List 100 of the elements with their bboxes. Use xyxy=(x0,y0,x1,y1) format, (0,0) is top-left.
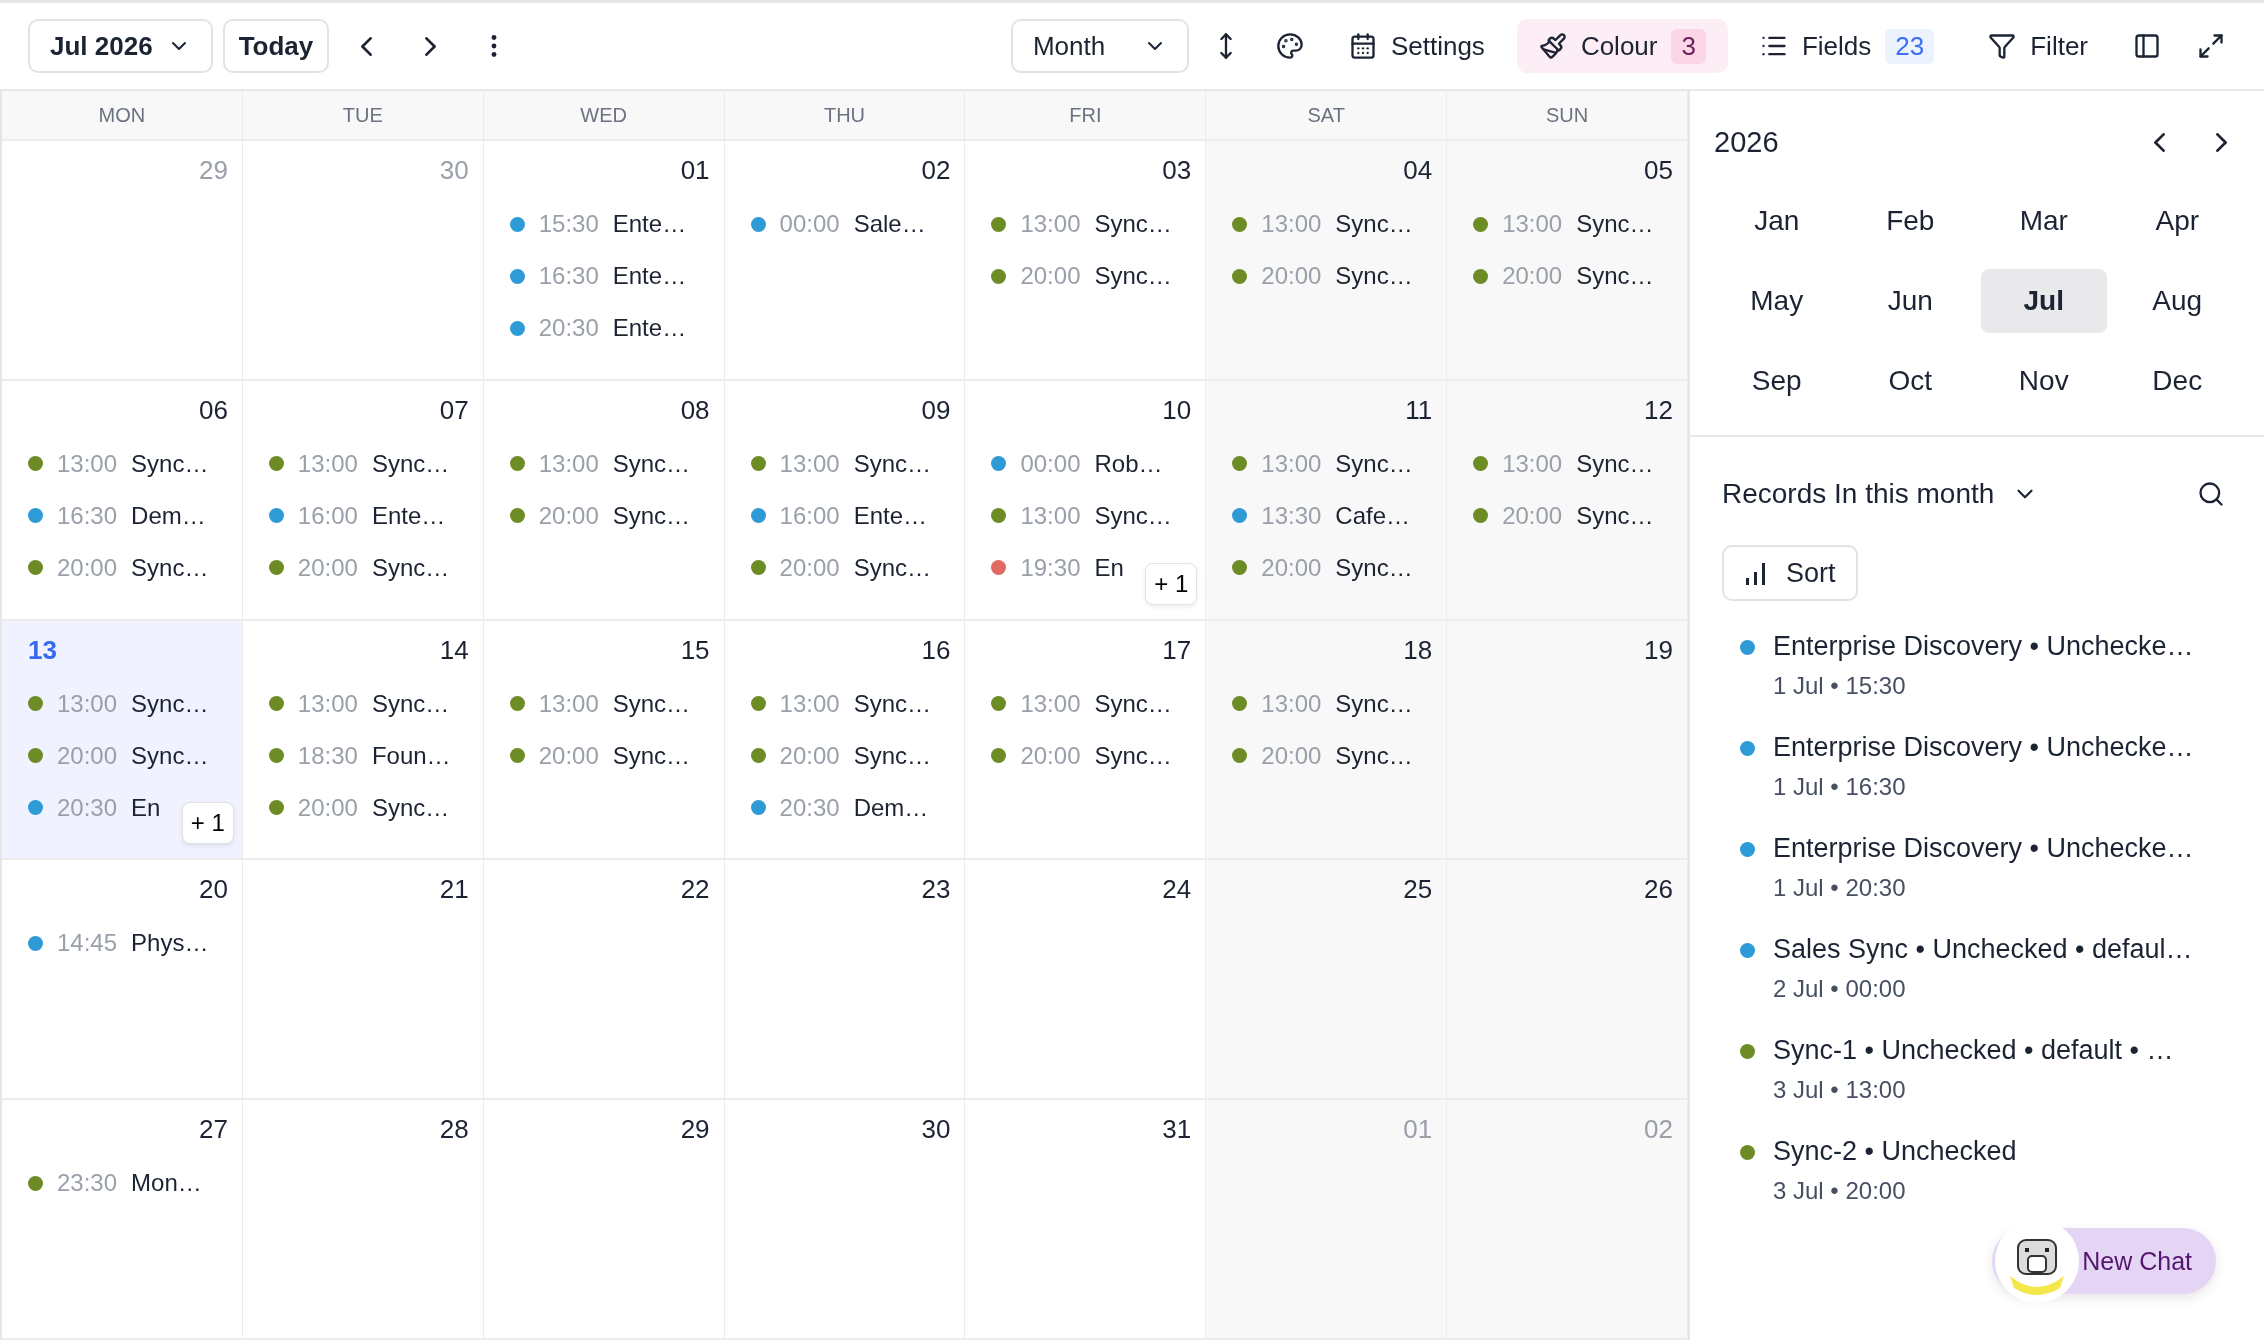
day-cell[interactable]: 19 xyxy=(1447,620,1688,861)
month-button[interactable]: Jul xyxy=(1981,269,2107,333)
event-title[interactable]: Sync… xyxy=(1576,501,1654,530)
view-dropdown[interactable]: Month xyxy=(1010,19,1189,73)
event-title[interactable]: Sync… xyxy=(1335,449,1413,478)
day-cell[interactable]: 30 xyxy=(724,1100,966,1340)
month-button[interactable]: Apr xyxy=(2114,189,2240,253)
event-title[interactable]: Sync… xyxy=(1335,689,1413,718)
event-title[interactable]: Sync… xyxy=(853,741,931,770)
event-title[interactable]: Sync… xyxy=(371,553,450,582)
event-title[interactable]: Sync… xyxy=(131,449,209,478)
day-cell[interactable]: 12 13:00 Sync… 20:00 Sync… xyxy=(1447,380,1688,621)
event-title[interactable]: Sync… xyxy=(1335,262,1413,290)
record-title[interactable]: Enterprise Discovery • Unchecke… xyxy=(1773,631,2194,662)
day-cell[interactable]: 09 13:00 Sync… 16:00 Ente… 20:00 Sync… xyxy=(724,380,966,621)
day-cell[interactable]: 02 00:00 Sale… xyxy=(724,141,966,381)
record-title[interactable]: Sync-2 • Unchecked xyxy=(1773,1136,2017,1167)
event-title[interactable]: Ente… xyxy=(371,501,446,530)
event-title[interactable]: Sync… xyxy=(1094,741,1172,770)
day-cell[interactable]: 27 23:30 Mon… xyxy=(2,1100,243,1340)
day-cell[interactable]: 06 13:00 Sync… 16:30 Dem… 20:00 Sync… xyxy=(2,380,243,621)
day-cell[interactable]: 04 13:00 Sync… 20:00 Sync… xyxy=(1206,141,1448,381)
month-button[interactable]: Sep xyxy=(1714,349,1840,413)
colour-button[interactable]: Colour 3 xyxy=(1516,19,1728,73)
day-cell[interactable]: 24 xyxy=(965,860,1207,1101)
event-title[interactable]: Sync… xyxy=(131,741,209,770)
day-cell[interactable]: 25 xyxy=(1206,860,1448,1101)
today-button[interactable]: Today xyxy=(222,19,330,73)
event-title[interactable]: Cafe… xyxy=(1335,501,1411,530)
sort-button[interactable]: Sort xyxy=(1722,545,1858,601)
event-title[interactable]: Sync… xyxy=(1094,262,1172,290)
event-title[interactable]: Sync… xyxy=(1094,210,1172,238)
records-dropdown[interactable]: Records In this month xyxy=(1722,478,2039,510)
more-events-button[interactable]: + 1 xyxy=(1145,562,1198,605)
event-title[interactable]: Sync… xyxy=(1576,449,1654,478)
day-cell[interactable]: 15 13:00 Sync… 20:00 Sync… xyxy=(483,620,725,861)
month-button[interactable]: Dec xyxy=(2114,349,2240,413)
day-cell[interactable]: 03 13:00 Sync… 20:00 Sync… xyxy=(965,141,1207,381)
event-title[interactable]: Sync… xyxy=(1335,741,1413,770)
event-title[interactable]: Sync… xyxy=(371,449,450,478)
day-cell[interactable]: 31 xyxy=(965,1100,1207,1340)
event-title[interactable]: Sync… xyxy=(1094,501,1172,530)
event-title[interactable]: Sync… xyxy=(612,689,691,718)
day-cell[interactable]: 17 13:00 Sync… 20:00 Sync… xyxy=(965,620,1207,861)
day-cell[interactable]: 18 13:00 Sync… 20:00 Sync… xyxy=(1206,620,1448,861)
day-cell[interactable]: 14 13:00 Sync… 18:30 Foun… 20:00 Sync… xyxy=(242,620,484,861)
record-title[interactable]: Enterprise Discovery • Unchecke… xyxy=(1773,833,2194,864)
event-title[interactable]: Sync… xyxy=(1094,689,1172,718)
event-title[interactable]: Sync… xyxy=(131,689,209,718)
event-title[interactable]: Ente… xyxy=(853,501,927,530)
day-cell[interactable]: 16 13:00 Sync… 20:00 Sync… 20:30 Dem… xyxy=(724,620,966,861)
day-cell[interactable]: 01 15:30 Ente… 16:30 Ente… 20:30 Ente… xyxy=(483,141,725,381)
day-cell[interactable]: 05 13:00 Sync… 20:00 Sync… xyxy=(1447,141,1688,381)
event-title[interactable]: En xyxy=(131,793,161,822)
event-title[interactable]: Ente… xyxy=(612,210,687,238)
day-cell[interactable]: 22 xyxy=(483,860,725,1101)
event-title[interactable]: Ente… xyxy=(612,314,687,342)
month-button[interactable]: Jan xyxy=(1714,189,1840,253)
day-cell[interactable]: 20 14:45 Phys… xyxy=(2,860,243,1101)
month-button[interactable]: Oct xyxy=(1847,349,1973,413)
day-cell[interactable]: 26 xyxy=(1447,860,1688,1101)
month-picker[interactable]: Jul 2026 xyxy=(28,19,213,73)
event-title[interactable]: Sync… xyxy=(1335,553,1413,582)
more-events-button[interactable]: + 1 xyxy=(181,802,234,845)
day-cell[interactable]: 11 13:00 Sync… 13:30 Cafe… 20:00 Sync… xyxy=(1206,380,1448,621)
month-button[interactable]: Aug xyxy=(2114,269,2240,333)
event-title[interactable]: Sync… xyxy=(612,501,691,530)
event-title[interactable]: Sync… xyxy=(612,741,691,770)
today-cell[interactable]: 13 13:00 Sync… 20:00 Sync… 20:30 En + 1 xyxy=(2,620,243,861)
day-cell[interactable]: 07 13:00 Sync… 16:00 Ente… 20:00 Sync… xyxy=(242,380,484,621)
day-cell[interactable]: 10 00:00 Rob… 13:00 Sync… 19:30 En + 1 xyxy=(965,380,1207,621)
month-button[interactable]: Nov xyxy=(1981,349,2107,413)
day-cell[interactable]: 28 xyxy=(242,1100,484,1340)
event-title[interactable]: Sync… xyxy=(612,449,691,478)
event-title[interactable]: Sync… xyxy=(1335,210,1413,238)
day-cell[interactable]: 21 xyxy=(242,860,484,1101)
event-title[interactable]: Sync… xyxy=(853,689,931,718)
event-title[interactable]: Phys… xyxy=(131,929,209,958)
record-title[interactable]: Sales Sync • Unchecked • defaul… xyxy=(1773,934,2193,965)
month-button[interactable]: May xyxy=(1714,269,1840,333)
event-title[interactable]: Sync… xyxy=(371,689,450,718)
day-cell[interactable]: 29 xyxy=(483,1100,725,1340)
month-button[interactable]: Jun xyxy=(1847,269,1973,333)
event-title[interactable]: Sync… xyxy=(853,553,931,582)
event-title[interactable]: Sale… xyxy=(853,210,926,238)
event-title[interactable]: Sync… xyxy=(371,793,450,822)
event-title[interactable]: Rob… xyxy=(1094,449,1163,478)
event-title[interactable]: Sync… xyxy=(1576,210,1654,238)
record-title[interactable]: Sync-1 • Unchecked • default • … xyxy=(1773,1035,2174,1066)
event-title[interactable]: Sync… xyxy=(853,449,931,478)
event-title[interactable]: Ente… xyxy=(612,262,687,290)
event-title[interactable]: En xyxy=(1094,553,1124,582)
event-title[interactable]: Mon… xyxy=(131,1169,202,1198)
month-button[interactable]: Mar xyxy=(1981,189,2107,253)
day-cell[interactable]: 23 xyxy=(724,860,966,1101)
event-title[interactable]: Sync… xyxy=(131,553,209,582)
event-title[interactable]: Sync… xyxy=(1576,262,1654,290)
month-button[interactable]: Feb xyxy=(1847,189,1973,253)
event-title[interactable]: Dem… xyxy=(853,793,929,822)
event-title[interactable]: Foun… xyxy=(371,741,451,770)
